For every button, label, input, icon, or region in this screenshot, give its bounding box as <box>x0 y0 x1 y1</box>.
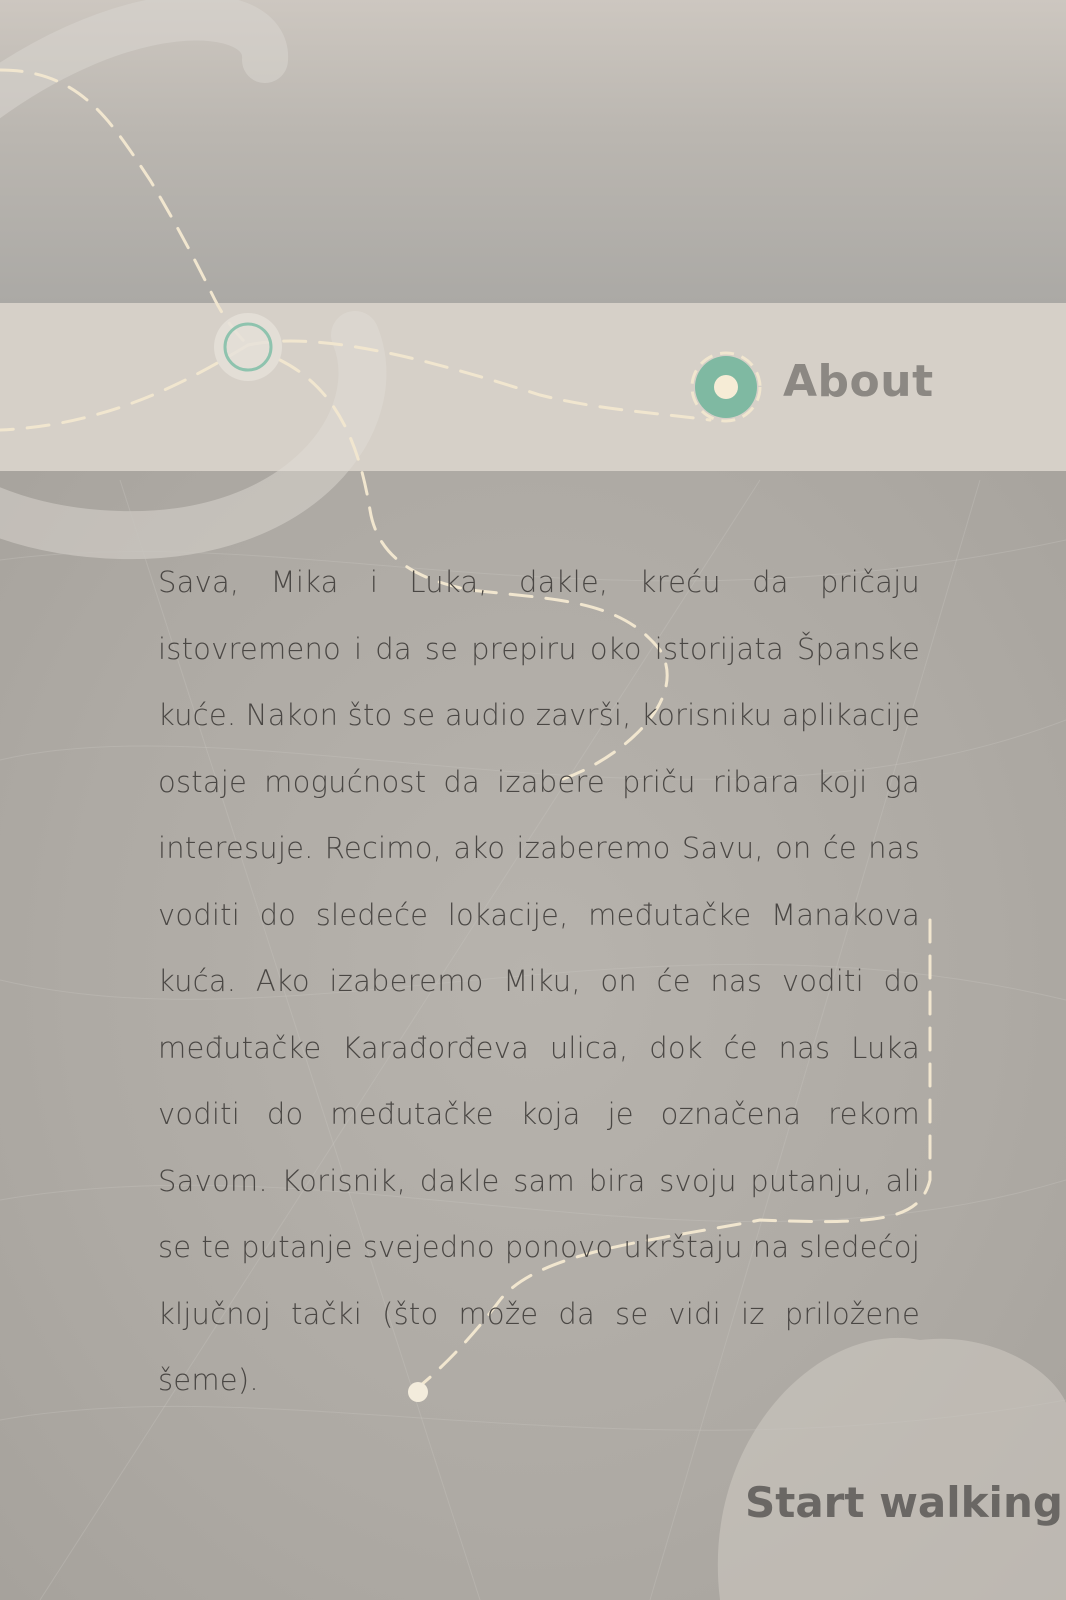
about-nav-link[interactable]: About <box>783 356 934 407</box>
top-background-band <box>0 0 1066 303</box>
location-dot-icon[interactable] <box>690 351 762 423</box>
story-paragraph: Sava, Mika i Luka, dakle, kreću da priča… <box>158 565 920 1397</box>
start-walking-button[interactable]: Start walking <box>745 1478 1063 1527</box>
